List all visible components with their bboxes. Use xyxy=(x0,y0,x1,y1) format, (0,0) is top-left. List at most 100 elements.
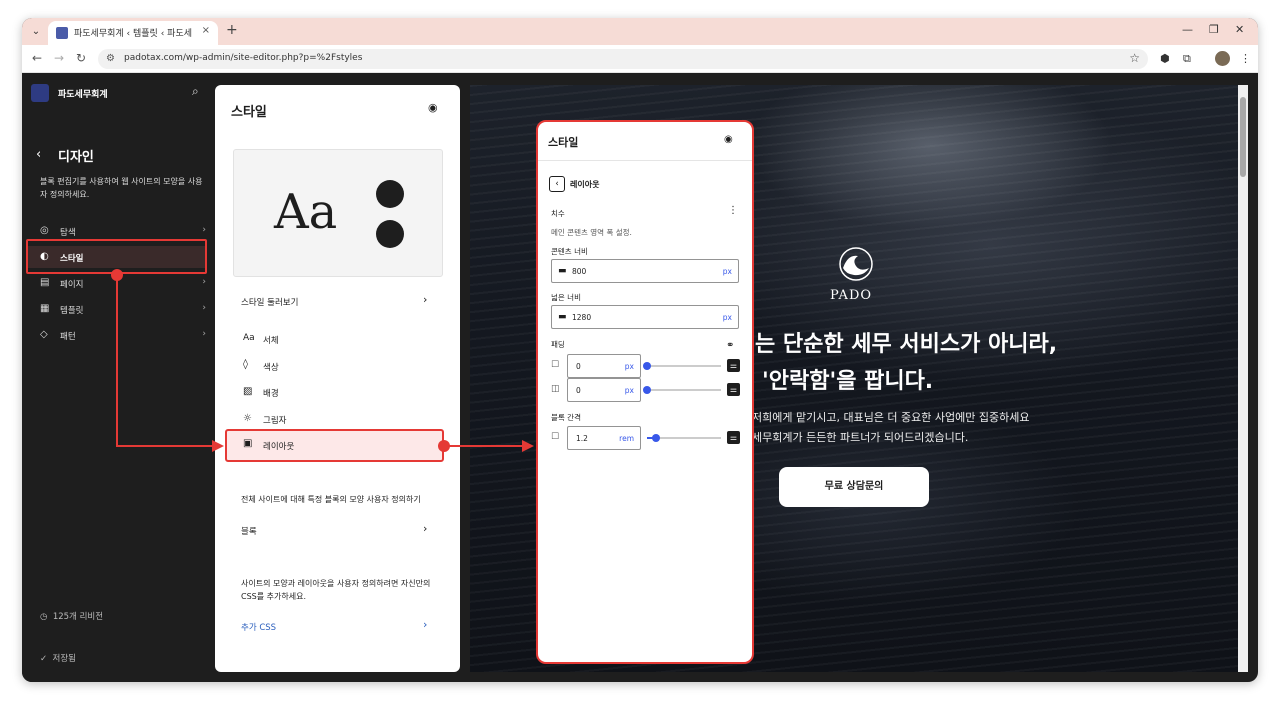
revisions-label: 125개 리비전 xyxy=(52,612,104,622)
styles-item-typography[interactable]: 서체 xyxy=(263,334,279,346)
tab-search-icon[interactable]: ⌄ xyxy=(28,24,44,40)
background-icon: ▨ xyxy=(243,386,253,397)
typography-icon: Aa xyxy=(243,333,255,343)
reload-icon[interactable]: ↻ xyxy=(76,51,86,65)
preview-text: Aa xyxy=(274,184,338,240)
padding-horizontal-slider[interactable] xyxy=(643,386,721,394)
back-chevron-icon[interactable]: ‹ xyxy=(36,147,41,162)
shadow-icon: ☼ xyxy=(243,413,252,424)
unit-select[interactable]: px xyxy=(625,362,634,371)
site-logo-text: PADO xyxy=(830,288,873,303)
unit-select[interactable]: px xyxy=(723,313,732,322)
new-tab-button[interactable]: + xyxy=(226,22,238,38)
profile-avatar[interactable] xyxy=(1215,51,1230,66)
page-icon: ▤ xyxy=(40,277,50,288)
site-logo-icon[interactable] xyxy=(31,84,49,102)
padding-horizontal-input[interactable]: 0 px xyxy=(567,378,641,402)
wide-width-value: 1280 xyxy=(572,313,592,322)
restore-button[interactable]: ❐ xyxy=(1209,23,1219,36)
chevron-right-icon: › xyxy=(202,225,206,235)
link-sides-icon[interactable]: ⚭ xyxy=(726,340,734,351)
styles-highlight-box xyxy=(26,239,207,274)
sidebar-item-pages[interactable]: ▤ 페이지 › xyxy=(28,272,206,294)
chevron-right-icon: › xyxy=(202,277,206,287)
wide-width-icon: ▬ xyxy=(558,312,567,322)
symbol-icon: ◇ xyxy=(40,329,48,340)
custom-settings-icon[interactable]: ⚌ xyxy=(727,431,740,444)
menu-kebab-icon[interactable]: ⋮ xyxy=(1240,52,1251,65)
site-name[interactable]: 파도세무회계 xyxy=(58,87,108,100)
preview-scrollbar[interactable] xyxy=(1238,85,1248,672)
search-icon[interactable]: ⌕ xyxy=(192,84,199,99)
tab-close-icon[interactable]: × xyxy=(202,25,210,36)
padding-vertical-input[interactable]: 0 px xyxy=(567,354,641,378)
layout-panel: 스타일 ◉ ‹ 레이아웃 치수 ⋮ 메인 콘텐츠 영역 폭 설정. 콘텐츠 너비… xyxy=(536,120,754,664)
hero-heading-line1: 는 단순한 세무 서비스가 아니라, xyxy=(755,332,1058,357)
back-icon[interactable]: ← xyxy=(32,51,42,65)
block-spacing-slider[interactable] xyxy=(647,434,721,442)
scroll-thumb[interactable] xyxy=(1240,97,1246,177)
site-info-icon[interactable]: ⚙ xyxy=(106,53,115,64)
browser-tab[interactable]: 파도세무회계 ‹ 템플릿 ‹ 파도세 × xyxy=(48,21,218,45)
revisions-link[interactable]: ◷ 125개 리비전 xyxy=(40,610,103,622)
chevron-right-icon[interactable]: › xyxy=(423,522,427,535)
unit-select[interactable]: px xyxy=(723,267,732,276)
blocks-description: 전체 사이트에 대해 특정 블록의 모양 사용자 정의하기 xyxy=(241,495,421,504)
unit-select[interactable]: rem xyxy=(619,434,634,443)
custom-settings-icon[interactable]: ⚌ xyxy=(727,359,740,372)
consultation-button[interactable]: 무료 상담문의 xyxy=(779,467,929,507)
layout-subtitle: 레이아웃 xyxy=(570,180,600,189)
bookmark-star-icon[interactable]: ☆ xyxy=(1129,51,1140,65)
puzzle-icon[interactable]: ⧉ xyxy=(1183,52,1191,66)
custom-settings-icon[interactable]: ⚌ xyxy=(727,383,740,396)
extension-icon[interactable]: ⬢ xyxy=(1160,52,1170,65)
content-width-field[interactable]: ▬ 800 px xyxy=(551,259,739,283)
sidebar-item-templates[interactable]: ▦ 템플릿 › xyxy=(28,298,206,320)
padding-vertical-slider[interactable] xyxy=(643,362,721,370)
styles-item-label: 레이아웃 xyxy=(263,442,295,452)
hero-heading-line2: '안락함'을 팝니다. xyxy=(762,369,934,394)
styles-item-layout[interactable]: ▣ 레이아웃 xyxy=(225,429,444,462)
block-spacing-icon: ☐ xyxy=(551,432,560,442)
chevron-right-icon[interactable]: › xyxy=(423,293,427,306)
sidebar-item-label: 패턴 xyxy=(60,332,76,342)
styles-item-background[interactable]: 배경 xyxy=(263,387,279,399)
color-dot xyxy=(376,180,404,208)
block-spacing-row: ☐ 1.2 rem ⚌ xyxy=(551,426,740,450)
slider-knob[interactable] xyxy=(643,386,651,394)
minimize-button[interactable]: — xyxy=(1182,23,1193,36)
styles-item-shadow[interactable]: 그림자 xyxy=(263,414,286,426)
css-description: 사이트의 모양과 레이아웃을 사용자 정의하려면 자신만의 CSS를 추가하세요… xyxy=(241,579,431,601)
tab-title: 파도세무회계 ‹ 템플릿 ‹ 파도세 xyxy=(74,29,192,39)
block-spacing-input[interactable]: 1.2 rem xyxy=(567,426,641,450)
eye-icon[interactable]: ◉ xyxy=(724,134,733,145)
options-kebab-icon[interactable]: ⋮ xyxy=(728,205,738,216)
color-dot xyxy=(376,220,404,248)
content-width-label: 콘텐츠 너비 xyxy=(551,247,588,256)
close-window-button[interactable]: ✕ xyxy=(1235,23,1244,36)
divider xyxy=(538,160,752,161)
styles-panel: 스타일 ◉ Aa 스타일 둘러보기 › Aa 서체 ◊ 색상 ▨ 배경 ☼ 그림… xyxy=(215,85,460,672)
wide-width-field[interactable]: ▬ 1280 px xyxy=(551,305,739,329)
chevron-right-icon[interactable]: › xyxy=(423,618,427,631)
blocks-label[interactable]: 블록 xyxy=(241,525,257,537)
styles-panel-title: 스타일 xyxy=(231,105,267,120)
layout-icon: ▣ xyxy=(243,438,253,449)
section-title: 디자인 xyxy=(58,150,94,165)
back-chevron-icon[interactable]: ‹ xyxy=(549,176,565,192)
save-status[interactable]: ✓ 저장됨 xyxy=(40,652,76,664)
hero-subtext-line1: 저희에게 맡기시고, 대표님은 더 중요한 사업에만 집중하세요 xyxy=(752,411,1030,424)
forward-icon[interactable]: → xyxy=(54,51,64,65)
additional-css-link[interactable]: 추가 CSS xyxy=(241,621,276,633)
eye-icon[interactable]: ◉ xyxy=(428,101,438,114)
browse-styles-label[interactable]: 스타일 둘러보기 xyxy=(241,296,298,308)
unit-select[interactable]: px xyxy=(625,386,634,395)
styles-item-colors[interactable]: 색상 xyxy=(263,361,279,373)
url-field[interactable]: ⚙ padotax.com/wp-admin/site-editor.php?p… xyxy=(98,49,1148,69)
url-text: padotax.com/wp-admin/site-editor.php?p=%… xyxy=(124,53,363,63)
style-preview[interactable]: Aa xyxy=(233,149,443,277)
slider-knob[interactable] xyxy=(643,362,651,370)
favicon-icon xyxy=(56,27,68,39)
slider-knob[interactable] xyxy=(651,434,660,442)
sidebar-item-patterns[interactable]: ◇ 패턴 › xyxy=(28,324,206,346)
